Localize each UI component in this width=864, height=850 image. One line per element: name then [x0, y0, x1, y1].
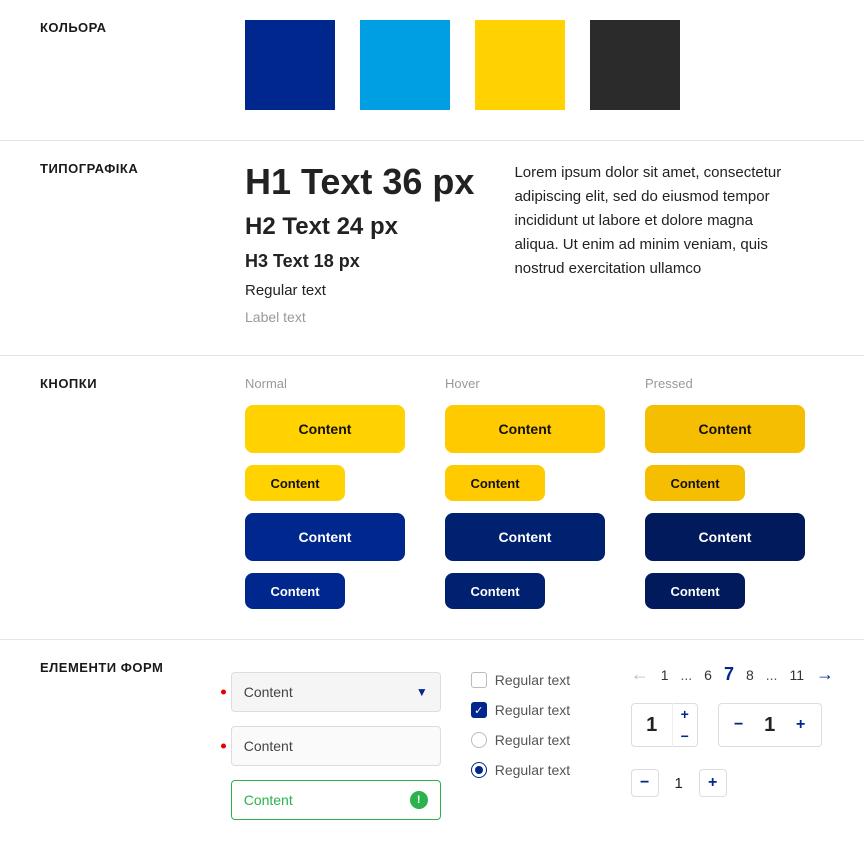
- state-label-pressed: Pressed: [645, 376, 805, 391]
- secondary-button-small-pressed[interactable]: Content: [645, 573, 745, 609]
- secondary-button-large-pressed[interactable]: Content: [645, 513, 805, 561]
- primary-button-large-pressed[interactable]: Content: [645, 405, 805, 453]
- radio-label: Regular text: [495, 762, 570, 778]
- page-next-icon[interactable]: →: [816, 664, 834, 685]
- section-label-buttons: КНОПКИ: [0, 376, 245, 609]
- required-indicator: [221, 690, 226, 695]
- text-input-valid[interactable]: Content !: [231, 780, 441, 820]
- secondary-button-small[interactable]: Content: [245, 573, 345, 609]
- minus-icon[interactable]: −: [727, 713, 751, 737]
- primary-button-small[interactable]: Content: [245, 465, 345, 501]
- h3-sample: H3 Text 18 px: [245, 251, 474, 272]
- primary-button-large[interactable]: Content: [245, 405, 405, 453]
- h2-sample: H2 Text 24 px: [245, 213, 474, 241]
- select-input[interactable]: Content ▼: [231, 672, 441, 712]
- section-buttons: КНОПКИ Normal Content Content Content Co…: [0, 356, 864, 640]
- plus-icon[interactable]: +: [789, 713, 813, 737]
- radio-checked[interactable]: Regular text: [471, 762, 601, 778]
- section-colors: КОЛЬОРА: [0, 0, 864, 141]
- primary-button-large-hover[interactable]: Content: [445, 405, 605, 453]
- section-forms: ЕЛЕМЕНТИ ФОРМ Content ▼ Content: [0, 640, 864, 850]
- page-1[interactable]: 1: [661, 667, 669, 683]
- section-label-colors: КОЛЬОРА: [0, 20, 245, 110]
- radio-icon: [471, 732, 487, 748]
- plus-icon[interactable]: +: [673, 703, 697, 725]
- h1-sample: H1 Text 36 px: [245, 161, 474, 203]
- buttons-pressed: Pressed Content Content Content Content: [645, 376, 805, 609]
- stepper-horizontal[interactable]: − 1 +: [718, 703, 822, 747]
- stepper-value: 1: [667, 775, 691, 792]
- radio-checked-icon: [471, 762, 487, 778]
- section-label-typography: ТИПОГРАФІКА: [0, 161, 245, 325]
- page-6[interactable]: 6: [704, 667, 712, 683]
- text-input[interactable]: Content: [231, 726, 441, 766]
- page-11[interactable]: 11: [789, 667, 804, 683]
- checks-column: Regular text ✓ Regular text Regular text…: [471, 660, 601, 820]
- stepper-value: 1: [632, 714, 672, 737]
- required-indicator: [221, 744, 226, 749]
- checkbox-checked[interactable]: ✓ Regular text: [471, 702, 601, 718]
- page-ellipsis: ...: [766, 667, 778, 683]
- chevron-down-icon: ▼: [416, 685, 428, 699]
- radio-unchecked[interactable]: Regular text: [471, 732, 601, 748]
- swatch-dark: [590, 20, 680, 110]
- radio-label: Regular text: [495, 732, 570, 748]
- paging-column: ← 1 ... 6 7 8 ... 11 → 1 + −: [631, 660, 834, 820]
- secondary-button-large[interactable]: Content: [245, 513, 405, 561]
- section-label-forms: ЕЛЕМЕНТИ ФОРМ: [0, 660, 231, 820]
- primary-button-small-pressed[interactable]: Content: [645, 465, 745, 501]
- regular-text-sample: Regular text: [245, 282, 474, 299]
- state-label-normal: Normal: [245, 376, 405, 391]
- section-typography: ТИПОГРАФІКА H1 Text 36 px H2 Text 24 px …: [0, 141, 864, 356]
- typography-samples: H1 Text 36 px H2 Text 24 px H3 Text 18 p…: [245, 161, 474, 325]
- input-value: Content: [244, 738, 293, 754]
- minus-icon[interactable]: −: [673, 725, 697, 747]
- state-label-hover: Hover: [445, 376, 605, 391]
- checkbox-label: Regular text: [495, 702, 570, 718]
- checkbox-icon: [471, 672, 487, 688]
- plus-icon[interactable]: +: [699, 769, 727, 797]
- select-value: Content: [244, 684, 293, 700]
- checkbox-label: Regular text: [495, 672, 570, 688]
- input-valid-value: Content: [244, 792, 293, 808]
- checkbox-checked-icon: ✓: [471, 702, 487, 718]
- pagination: ← 1 ... 6 7 8 ... 11 →: [631, 664, 834, 685]
- page-current[interactable]: 7: [724, 664, 734, 685]
- valid-icon: !: [410, 791, 428, 809]
- checkbox-unchecked[interactable]: Regular text: [471, 672, 601, 688]
- swatch-blue: [360, 20, 450, 110]
- page-8[interactable]: 8: [746, 667, 754, 683]
- page-prev-icon[interactable]: ←: [631, 664, 649, 685]
- inputs-column: Content ▼ Content Content !: [231, 660, 441, 820]
- label-text-sample: Label text: [245, 309, 474, 325]
- stepper-plain[interactable]: − 1 +: [631, 765, 834, 801]
- secondary-button-large-hover[interactable]: Content: [445, 513, 605, 561]
- primary-button-small-hover[interactable]: Content: [445, 465, 545, 501]
- stepper-value: 1: [755, 714, 785, 737]
- minus-icon[interactable]: −: [631, 769, 659, 797]
- paragraph-sample: Lorem ipsum dolor sit amet, consectetur …: [514, 161, 794, 325]
- buttons-normal: Normal Content Content Content Content: [245, 376, 405, 609]
- color-swatches: [245, 20, 834, 110]
- swatch-yellow: [475, 20, 565, 110]
- secondary-button-small-hover[interactable]: Content: [445, 573, 545, 609]
- swatch-primary: [245, 20, 335, 110]
- page-ellipsis: ...: [681, 667, 693, 683]
- stepper-vertical[interactable]: 1 + −: [631, 703, 698, 747]
- buttons-hover: Hover Content Content Content Content: [445, 376, 605, 609]
